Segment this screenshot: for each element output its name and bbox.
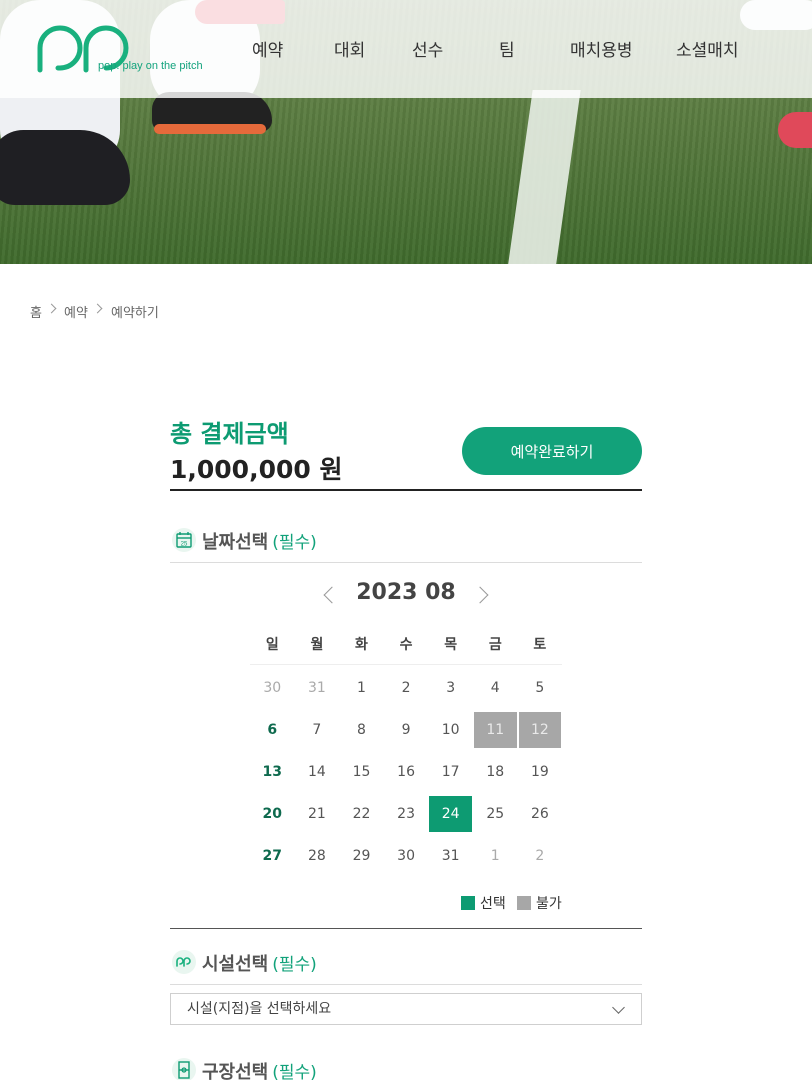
nav-item-players[interactable]: 선수 [412, 36, 443, 61]
breadcrumb-current: 예약하기 [111, 306, 159, 321]
calendar: 일월화수목금토 30 31 1 2 3 4 5 6 7 8 9 10 11 12 13 14 15 16 17 18 1… [250, 625, 562, 877]
divider [170, 489, 642, 491]
field-section-title: 구장선택 (필수) [202, 1058, 317, 1080]
prev-month-icon[interactable] [323, 586, 341, 604]
calendar-day[interactable]: 16 [385, 754, 428, 790]
logo-tagline: pop. play on the pitch [98, 60, 203, 72]
calendar-day[interactable]: 10 [429, 712, 472, 748]
field-icon [172, 1058, 196, 1080]
calendar-day[interactable]: 15 [340, 754, 383, 790]
calendar-day-outside-month: 1 [490, 848, 500, 864]
calendar-day[interactable]: 1 [340, 670, 383, 706]
calendar-day-outside-month: 30 [263, 680, 282, 696]
calendar-day[interactable]: 28 [296, 838, 339, 874]
weekday-label: 금 [488, 637, 502, 653]
calendar-day[interactable]: 27 [251, 838, 294, 874]
calendar-icon: 25 [172, 528, 196, 552]
weekday-label: 일 [265, 637, 279, 653]
required-mark: (필수) [272, 533, 317, 553]
nav-item-reservation[interactable]: 예약 [252, 36, 283, 61]
total-payment-label: 총 결제금액 [170, 420, 289, 448]
site-header: pop. play on the pitch 예약 대회 선수 팀 매치용병 소… [0, 0, 812, 98]
calendar-day[interactable]: 25 [474, 796, 517, 832]
legend-unavailable-label: 불가 [536, 896, 562, 912]
calendar-day[interactable]: 31 [429, 838, 472, 874]
divider [170, 984, 642, 985]
svg-text:25: 25 [181, 542, 188, 548]
weekday-label: 토 [533, 637, 547, 653]
weekday-label: 월 [310, 637, 324, 653]
calendar-day[interactable]: 23 [385, 796, 428, 832]
total-payment-amount: 1,000,000 원 [170, 455, 343, 484]
calendar-day[interactable]: 17 [429, 754, 472, 790]
complete-reservation-button[interactable]: 예약완료하기 [462, 427, 642, 475]
calendar-day[interactable]: 3 [429, 670, 472, 706]
legend-selected: 선택 [461, 893, 506, 913]
chevron-right-icon [46, 303, 57, 314]
calendar-day[interactable]: 13 [251, 754, 294, 790]
weekday-label: 목 [444, 637, 458, 653]
calendar-day[interactable]: 14 [296, 754, 339, 790]
nav-item-tournament[interactable]: 대회 [334, 36, 365, 61]
calendar-day[interactable]: 5 [519, 670, 562, 706]
weekday-label: 수 [399, 637, 413, 653]
divider [170, 928, 642, 929]
calendar-grid: 30 31 1 2 3 4 5 6 7 8 9 10 11 12 13 14 15 16 17 18 19 20 21 22 2… [250, 667, 562, 877]
calendar-day[interactable]: 20 [251, 796, 294, 832]
pop-facility-icon [172, 950, 196, 974]
calendar-day[interactable]: 18 [474, 754, 517, 790]
calendar-day[interactable]: 7 [296, 712, 339, 748]
nav-item-social-match[interactable]: 소셜매치 [676, 36, 739, 61]
breadcrumb-reservation[interactable]: 예약 [64, 302, 88, 321]
calendar-weekday-header: 일월화수목금토 [250, 625, 562, 665]
required-mark: (필수) [272, 955, 317, 975]
facility-select[interactable]: 시설(지점)을 선택하세요 [170, 993, 642, 1025]
calendar-day[interactable]: 8 [340, 712, 383, 748]
next-month-icon[interactable] [471, 586, 489, 604]
divider [170, 562, 642, 563]
chevron-down-icon [612, 1001, 625, 1014]
calendar-day-outside-month: 2 [535, 848, 545, 864]
calendar-day-outside-month: 31 [307, 680, 326, 696]
legend-unavailable-swatch [517, 896, 531, 910]
calendar-day[interactable]: 6 [251, 712, 294, 748]
calendar-day-unavailable: 12 [518, 712, 562, 748]
calendar-month-label: 2023 08 [356, 580, 456, 605]
calendar-day[interactable]: 2 [385, 670, 428, 706]
calendar-day[interactable]: 4 [474, 670, 517, 706]
date-section-title: 날짜선택 (필수) [202, 532, 317, 553]
calendar-day[interactable]: 22 [340, 796, 383, 832]
calendar-day[interactable]: 21 [296, 796, 339, 832]
chevron-right-icon [92, 303, 103, 314]
weekday-label: 화 [355, 637, 368, 653]
calendar-day[interactable]: 29 [340, 838, 383, 874]
calendar-day[interactable]: 19 [519, 754, 562, 790]
calendar-day-unavailable: 11 [473, 712, 517, 748]
legend-selected-swatch [461, 896, 475, 910]
facility-section-title: 시설선택 (필수) [202, 954, 317, 975]
nav-item-team[interactable]: 팀 [499, 36, 515, 61]
nav-item-match-mercenary[interactable]: 매치용병 [570, 36, 633, 61]
legend-selected-label: 선택 [480, 896, 506, 912]
calendar-day[interactable]: 9 [385, 712, 428, 748]
required-mark: (필수) [272, 1063, 317, 1080]
legend-unavailable: 불가 [517, 893, 562, 913]
calendar-day[interactable]: 26 [519, 796, 562, 832]
breadcrumb-home[interactable]: 홈 [30, 302, 42, 321]
calendar-day[interactable]: 30 [385, 838, 428, 874]
calendar-day-selected[interactable]: 24 [429, 796, 472, 832]
facility-select-placeholder: 시설(지점)을 선택하세요 [187, 1001, 332, 1017]
